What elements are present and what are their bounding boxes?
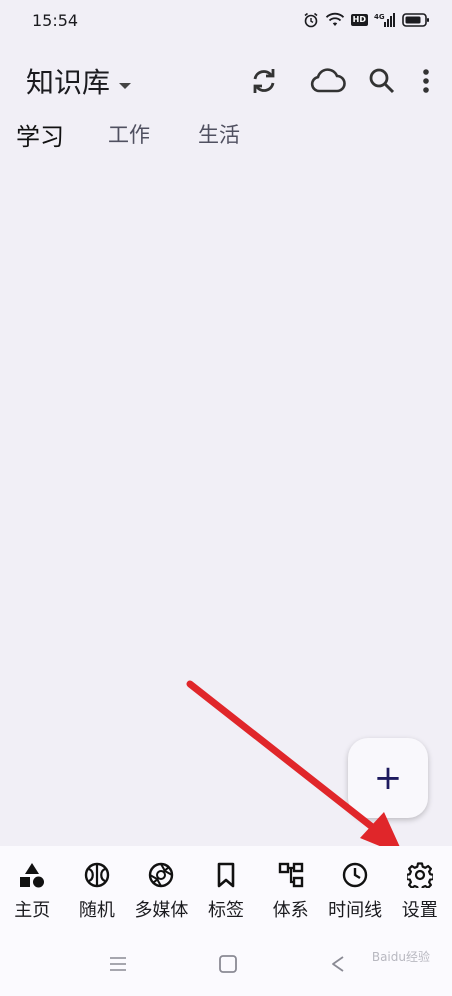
caret-down-icon [118,65,132,98]
app-bar: 知识库 [0,56,452,106]
cloud-icon[interactable] [310,67,346,95]
wifi-icon [325,12,345,28]
menu-icon[interactable] [108,954,128,978]
hd-badge: HD [350,14,368,26]
hierarchy-icon [278,862,304,888]
more-vert-icon[interactable] [422,68,430,94]
nav-item-media[interactable]: 多媒体 [129,846,194,936]
home-shapes-icon [19,862,45,888]
nav-label-home: 主页 [14,900,51,921]
nav-item-system[interactable]: 体系 [258,846,323,936]
bottom-nav: 主页 随机 多媒体 标签 体系 时间线 设置 [0,846,452,936]
nav-label-timeline: 时间线 [328,900,383,921]
bookmark-icon [213,862,239,888]
nav-label-system: 体系 [272,900,309,921]
tab-study[interactable]: 学习 [16,117,64,152]
tab-work[interactable]: 工作 [108,119,150,149]
alarm-icon [303,12,319,28]
add-button[interactable]: + [348,738,428,818]
nav-item-timeline[interactable]: 时间线 [323,846,388,936]
status-time: 15:54 [32,10,79,30]
nav-label-settings: 设置 [401,900,438,921]
clock-icon [342,862,368,888]
category-tabs: 学习 工作 生活 [0,112,452,156]
back-icon[interactable] [328,954,348,978]
signal-icon: 4G [374,12,396,28]
sync-icon[interactable] [248,65,280,97]
knowledge-base-selector[interactable]: 知识库 [26,61,132,101]
nav-label-tags: 标签 [208,900,245,921]
app-actions [248,65,430,97]
nav-label-media: 多媒体 [134,900,189,921]
tab-life[interactable]: 生活 [198,119,240,149]
svg-text:4G: 4G [374,13,385,21]
home-square-icon[interactable] [218,954,238,978]
battery-icon [402,12,430,28]
system-nav-bar [0,936,452,996]
nav-label-random: 随机 [78,900,115,921]
gear-icon [406,862,433,888]
media-aperture-icon [148,862,174,888]
nav-item-tags[interactable]: 标签 [194,846,259,936]
search-icon[interactable] [368,67,396,95]
status-bar: 15:54 HD 4G [0,0,452,40]
watermark: Baidu经验 [371,950,430,964]
knowledge-base-title: 知识库 [26,66,111,99]
nav-item-settings[interactable]: 设置 [387,846,452,936]
status-icons: HD 4G [303,12,430,28]
random-icon [84,862,110,888]
nav-item-random[interactable]: 随机 [65,846,130,936]
nav-item-home[interactable]: 主页 [0,846,65,936]
